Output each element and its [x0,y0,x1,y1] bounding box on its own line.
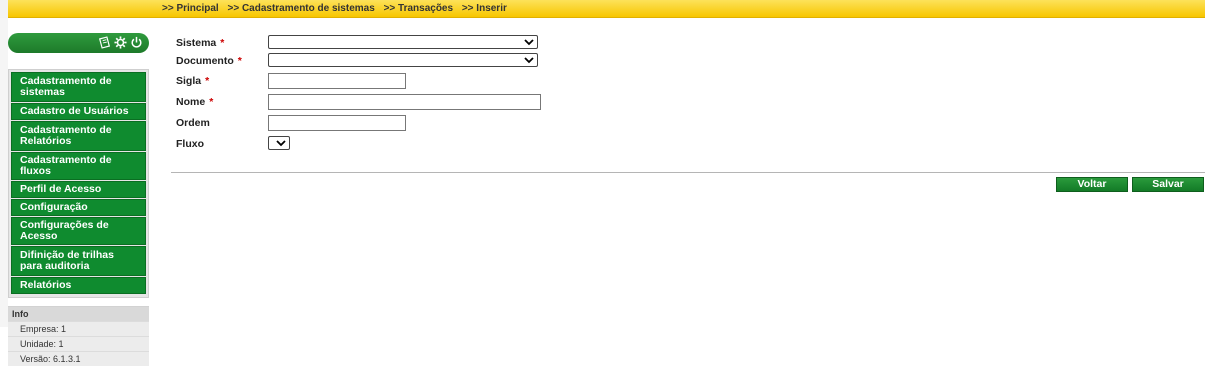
required-mark: * [220,37,225,49]
sidebar-item-perfil-acesso[interactable]: Perfil de Acesso [11,181,146,198]
field-row-documento: Documento * [176,52,538,72]
field-row-fluxo: Fluxo [176,135,446,156]
info-title: Info [8,307,149,321]
required-mark: * [205,75,210,87]
info-unidade: Unidade: 1 [8,336,149,351]
power-icon[interactable] [130,36,143,49]
form-divider [171,172,1205,173]
sigla-label: Sigla * [176,75,210,87]
sigla-input[interactable] [268,73,406,89]
sidebar-item-relatorios[interactable]: Relatórios [11,277,146,294]
breadcrumb-bar: >> Principal >> Cadastramento de sistema… [0,0,1205,18]
documento-select[interactable] [268,53,538,67]
gear-icon[interactable] [114,36,127,49]
sistema-label: Sistema * [176,37,225,49]
sistema-select[interactable] [268,35,538,49]
fluxo-label: Fluxo [176,138,204,150]
breadcrumb-cadastramento-sistemas[interactable]: >> Cadastramento de sistemas [227,3,374,14]
sidebar: Cadastramento de sistemas Cadastro de Us… [8,33,149,366]
field-row-nome: Nome * [176,93,541,114]
info-panel: Info Empresa: 1 Unidade: 1 Versão: 6.1.3… [8,306,149,366]
chevron-down-icon [524,57,534,64]
fluxo-select[interactable] [268,136,290,150]
field-row-ordem: Ordem [176,114,446,135]
sidebar-item-trilhas-auditoria[interactable]: Difinição de trilhas para auditoria [11,246,146,276]
field-row-sigla: Sigla * [176,72,446,93]
salvar-button[interactable]: Salvar [1132,177,1204,192]
ordem-input[interactable] [268,115,406,131]
field-row-sistema: Sistema * [176,34,538,52]
info-empresa: Empresa: 1 [8,321,149,336]
breadcrumb-transacoes[interactable]: >> Transações [384,3,454,14]
required-mark: * [209,96,214,108]
breadcrumb-principal[interactable]: >> Principal [162,3,219,14]
nome-input[interactable] [268,94,541,110]
chevron-down-icon [276,140,286,147]
sidebar-item-cadastro-usuarios[interactable]: Cadastro de Usuários [11,103,146,120]
notepad-icon[interactable] [98,36,111,49]
left-edge [0,0,8,18]
sidebar-item-cadastramento-sistemas[interactable]: Cadastramento de sistemas [11,72,146,102]
breadcrumb: >> Principal >> Cadastramento de sistema… [162,3,513,14]
breadcrumb-inserir: >> Inserir [461,3,507,14]
sidebar-item-cadastramento-fluxos[interactable]: Cadastramento de fluxos [11,152,146,180]
ordem-label: Ordem [176,117,210,129]
required-mark: * [237,55,242,67]
documento-label: Documento * [176,55,242,67]
sidebar-item-configuracoes-acesso[interactable]: Configurações de Acesso [11,217,146,245]
sidebar-item-cadastramento-relatorios[interactable]: Cadastramento de Relatórios [11,121,146,151]
left-strip [0,18,8,327]
sidebar-menu: Cadastramento de sistemas Cadastro de Us… [8,69,149,298]
sidebar-item-configuracao[interactable]: Configuração [11,199,146,216]
sidebar-header [8,33,149,53]
voltar-button[interactable]: Voltar [1056,177,1128,192]
chevron-down-icon [524,39,534,46]
info-versao: Versão: 6.1.3.1 [8,351,149,366]
nome-label: Nome * [176,96,214,108]
transaction-form: Sistema * Documento * Sigla * Nome * Ordem F… [176,34,541,156]
